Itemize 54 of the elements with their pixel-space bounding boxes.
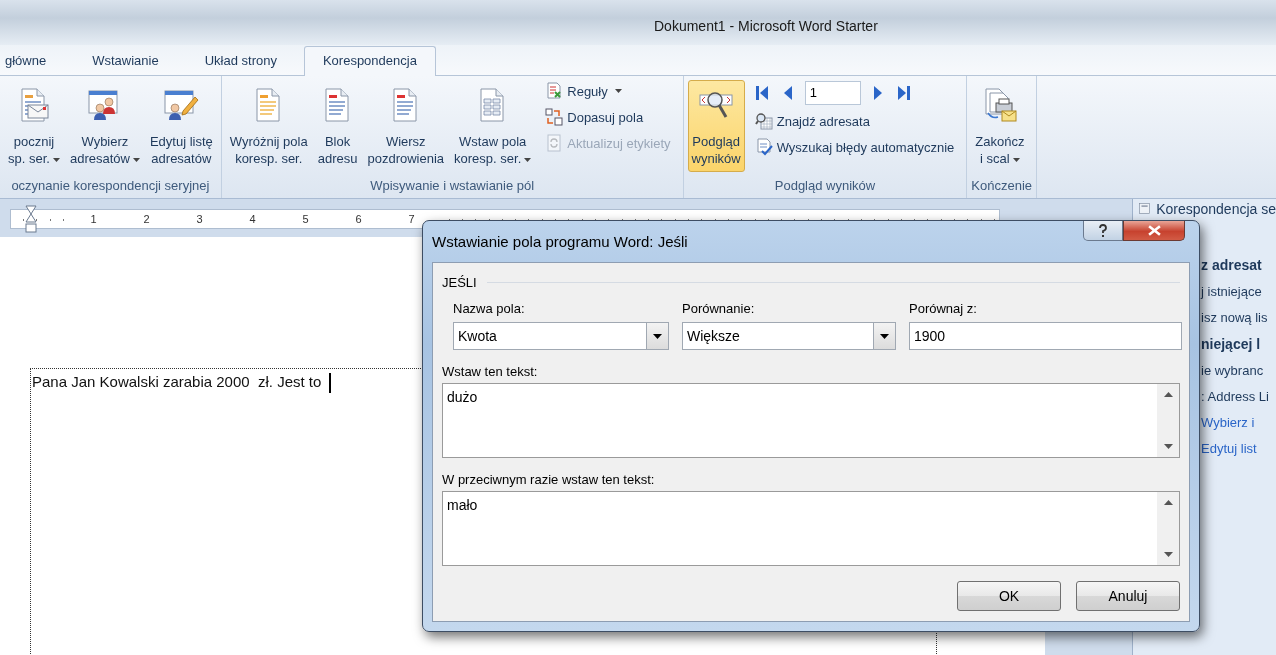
group-label: Kończenie — [971, 178, 1033, 195]
group-label: Podgląd wyników — [773, 178, 877, 195]
text-area[interactable]: dużo — [442, 383, 1180, 458]
dropdown[interactable]: Większe — [682, 322, 896, 350]
ribbon-button[interactable]: Wybierz adresatów — [65, 80, 144, 172]
ribbon-button[interactable]: Reguły — [543, 80, 673, 102]
ribbon-button[interactable]: Edytuj listę adresatów — [145, 80, 217, 172]
ruler-number: 6 — [353, 213, 364, 225]
pane-text: : Address Li — [1201, 389, 1270, 404]
document-text: Pana Jan Kowalski zarabia 2000 zł. Jest to — [32, 373, 322, 390]
ribbon-button[interactable]: Blok adresu — [313, 80, 362, 172]
pane-text: j istniejące — [1201, 284, 1263, 299]
input-field[interactable]: 1900 — [909, 322, 1182, 350]
field-label: Wstaw ten tekst: — [442, 364, 539, 379]
pane-text: ie wybranc — [1201, 363, 1265, 378]
ribbon-tab[interactable]: Układ strony — [185, 46, 296, 75]
ribbon-button[interactable]: Wiersz pozdrowienia — [363, 80, 449, 172]
ribbon-button[interactable]: Dopasuj pola — [543, 106, 673, 128]
pane-link[interactable]: Edytuj list — [1201, 441, 1276, 456]
ribbon-button[interactable]: pocznij sp. ser. — [4, 80, 64, 172]
ruler-number: 4 — [247, 213, 258, 225]
field-label: Nazwa pola: — [453, 301, 526, 316]
window-title: Dokument1 - Microsoft Word Starter — [654, 18, 878, 34]
ribbon-button[interactable]: Podgląd wyników — [687, 80, 745, 172]
ribbon-tab[interactable]: Wstawianie — [73, 46, 178, 75]
ruler-number: 1 — [88, 213, 99, 225]
ruler-number: 2 — [141, 213, 152, 225]
ribbon-button[interactable]: Znajdź adresata — [752, 110, 957, 132]
pane-text: isz nową lis — [1201, 310, 1269, 325]
dialog-button[interactable]: Anuluj — [1076, 581, 1180, 611]
record-number-field[interactable]: 1 — [804, 81, 861, 105]
ruler-number: 3 — [194, 213, 205, 225]
group-label: oczynanie korespondencji seryjnej — [10, 178, 211, 195]
text-area[interactable]: mało — [442, 491, 1180, 566]
ribbon-tab[interactable]: główne — [0, 46, 66, 75]
ribbon-button[interactable]: Zakończ i scal — [971, 80, 1029, 172]
group-label: JEŚLI — [442, 275, 477, 290]
ruler-number: 5 — [300, 213, 311, 225]
group-label: Wpisywanie i wstawianie pól — [369, 178, 536, 195]
dialog-title: Wstawianie pola programu Word: Jeśli — [431, 232, 689, 250]
field-label: W przeciwnym razie wstaw ten tekst: — [442, 472, 656, 487]
section-heading: niejącej l — [1201, 336, 1262, 352]
pane-link[interactable]: Wybierz i — [1201, 415, 1276, 430]
field-label: Porównaj z: — [909, 301, 978, 316]
field-label: Porównanie: — [682, 301, 756, 316]
dropdown[interactable]: Kwota — [453, 322, 669, 350]
ribbon-button[interactable]: Wstaw pola koresp. ser. — [450, 80, 536, 172]
section-heading: z adresat — [1201, 257, 1263, 273]
dialog-button[interactable]: OK — [957, 581, 1061, 611]
ribbon-button[interactable]: Wyszukaj błędy automatycznie — [752, 136, 957, 158]
pane-title: Korespondencja se — [1156, 201, 1276, 217]
ribbon-button[interactable]: Wyróżnij pola koresp. ser. — [225, 80, 312, 172]
ribbon-tab[interactable]: Korespondencja — [303, 46, 436, 76]
ruler-number: 7 — [406, 213, 417, 225]
